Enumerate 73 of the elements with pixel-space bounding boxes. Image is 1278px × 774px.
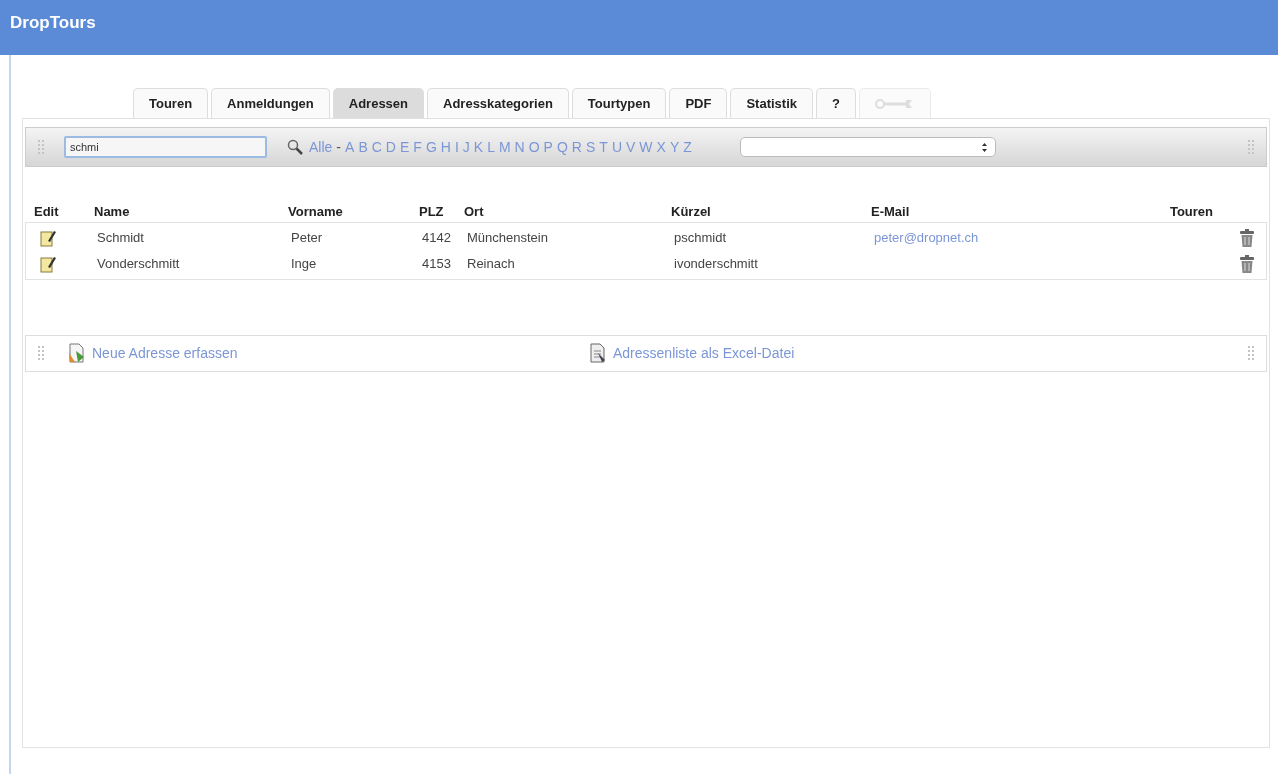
- tab[interactable]: Adresskategorien: [427, 88, 569, 118]
- column-header: Touren: [1168, 203, 1213, 221]
- letter-filter-link[interactable]: G: [425, 136, 437, 158]
- letter-filter-link[interactable]: P: [543, 136, 553, 158]
- letter-filter-link[interactable]: R: [571, 136, 582, 158]
- column-header: Kürzel: [671, 203, 712, 221]
- category-dropdown[interactable]: [739, 137, 996, 157]
- letter-filter-link[interactable]: W: [639, 136, 653, 158]
- letter-filter-link[interactable]: M: [498, 136, 511, 158]
- table-cell: Vonderschmitt: [97, 255, 180, 271]
- table-cell: Schmidt: [97, 229, 144, 245]
- spreadsheet-document-icon: [589, 343, 607, 363]
- letter-filter-link[interactable]: J: [462, 136, 470, 158]
- letter-filter-link[interactable]: Y: [669, 136, 680, 158]
- column-header: Edit: [34, 203, 60, 221]
- new-address-link[interactable]: Neue Adresse erfassen: [92, 342, 238, 364]
- letter-filter-link[interactable]: F: [413, 136, 422, 158]
- table-cell: Reinach: [467, 255, 515, 271]
- trash-icon[interactable]: [1240, 254, 1254, 273]
- letter-filter-link[interactable]: U: [611, 136, 622, 158]
- letter-filter-link[interactable]: D: [385, 136, 396, 158]
- tab[interactable]: Tourtypen: [571, 88, 667, 118]
- letter-filter-link[interactable]: E: [399, 136, 410, 158]
- letter-filter-link[interactable]: B: [358, 136, 368, 158]
- letter-filter-link[interactable]: X: [656, 136, 666, 158]
- drag-handle-icon[interactable]: [38, 140, 44, 154]
- letter-filter-link[interactable]: Z: [683, 136, 692, 158]
- table-cell: 4153: [422, 255, 451, 271]
- drag-handle-icon[interactable]: [38, 346, 44, 360]
- column-header: E-Mail: [871, 203, 911, 221]
- table-cell: 4142: [422, 229, 451, 245]
- letter-filter-link[interactable]: O: [528, 136, 540, 158]
- excel-export-link[interactable]: Adressenliste als Excel-Datei: [613, 342, 795, 364]
- column-header: PLZ: [419, 203, 445, 221]
- letter-filter-link[interactable]: Alle: [309, 136, 333, 158]
- edit-note-icon[interactable]: [40, 228, 56, 247]
- letter-filter-link[interactable]: T: [599, 136, 608, 158]
- table-cell: ivonderschmitt: [674, 255, 758, 271]
- tab[interactable]: ?: [816, 88, 856, 118]
- new-document-icon: [68, 343, 86, 363]
- letter-filter-link[interactable]: I: [454, 136, 459, 158]
- window-title: DropTours: [10, 13, 96, 32]
- drag-handle-icon[interactable]: [1248, 140, 1254, 154]
- drag-handle-icon[interactable]: [1248, 346, 1254, 360]
- edit-note-icon[interactable]: [40, 254, 56, 273]
- tab[interactable]: Touren: [133, 88, 209, 118]
- tab[interactable]: Anmeldungen: [211, 88, 330, 118]
- letter-filter-link[interactable]: K: [473, 136, 484, 158]
- wrench-icon: [874, 97, 915, 110]
- letter-filter-link[interactable]: Q: [556, 136, 568, 158]
- email-link[interactable]: peter@dropnet.ch: [874, 229, 979, 245]
- column-header: Vorname: [288, 203, 344, 221]
- trash-icon[interactable]: [1240, 228, 1254, 247]
- tab[interactable]: PDF: [669, 88, 728, 118]
- separator-text: -: [336, 137, 342, 157]
- stepper-arrows-icon: [981, 142, 987, 152]
- tab[interactable]: Adressen: [332, 88, 424, 118]
- column-header: Ort: [464, 203, 485, 221]
- letter-filter-link[interactable]: A: [345, 136, 355, 158]
- search-icon[interactable]: [287, 139, 303, 155]
- letter-filter-link[interactable]: C: [371, 136, 382, 158]
- table-cell: Peter: [291, 229, 323, 245]
- tab[interactable]: Statistik: [730, 88, 813, 118]
- letter-filter-link[interactable]: L: [487, 136, 495, 158]
- letter-filter-link[interactable]: V: [626, 136, 636, 158]
- letter-filter-link[interactable]: H: [440, 136, 451, 158]
- column-header: Name: [94, 203, 131, 221]
- letter-filter-link[interactable]: S: [585, 136, 596, 158]
- search-field[interactable]: schmi: [64, 136, 267, 158]
- table-cell: Münchenstein: [467, 229, 548, 245]
- table-cell: Inge: [291, 255, 317, 271]
- table-cell: pschmidt: [674, 229, 727, 245]
- letter-filter-link[interactable]: N: [514, 136, 525, 158]
